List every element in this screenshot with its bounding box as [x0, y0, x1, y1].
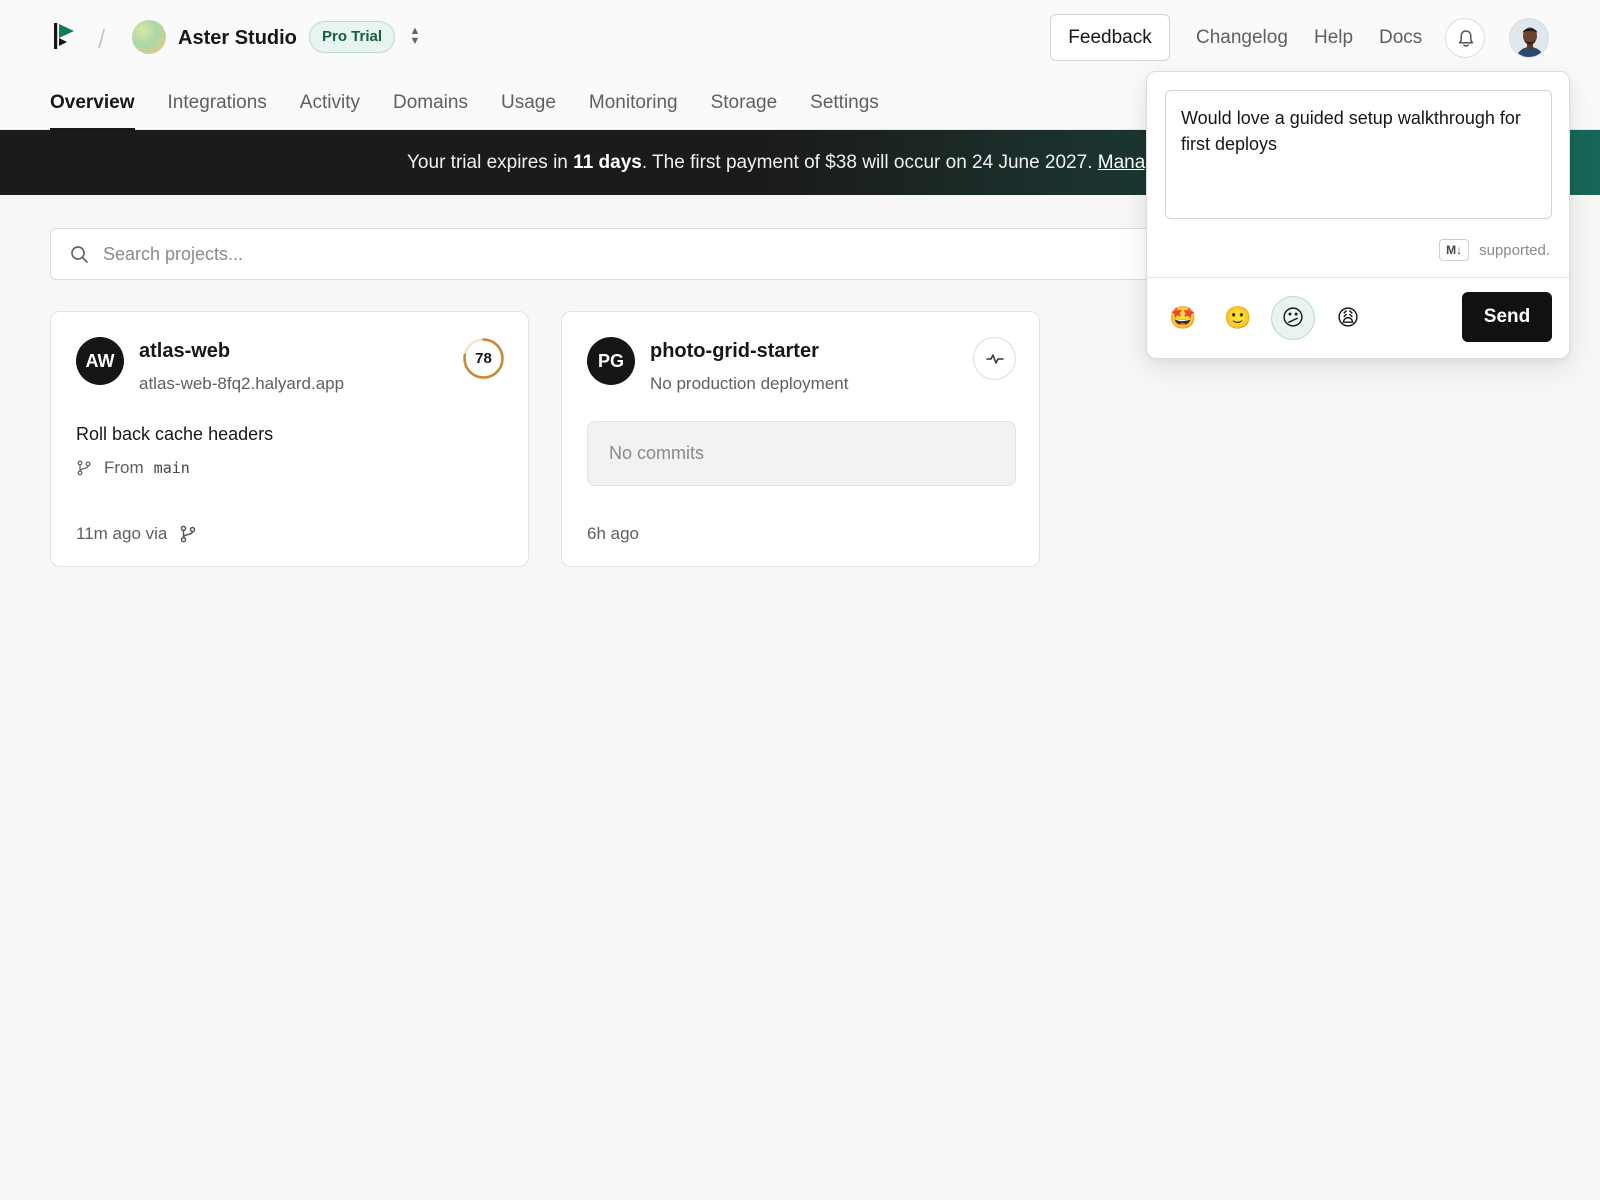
team-avatar[interactable] [132, 20, 166, 54]
project-avatar: AW [76, 337, 124, 385]
topbar: / Aster Studio Pro Trial ▲ ▼ Feedback Cha… [0, 0, 1600, 76]
speed-score-ring[interactable]: 78 [462, 337, 505, 380]
emoji-frustrated-button[interactable]: 😩 [1326, 296, 1370, 340]
tab-monitoring[interactable]: Monitoring [589, 88, 678, 130]
logo-flag-icon[interactable] [52, 22, 78, 50]
no-commits-placeholder: No commits [587, 421, 1016, 486]
markdown-note-text: supported. [1479, 241, 1550, 259]
emoji-confused-button[interactable]: 😕 [1271, 296, 1315, 340]
user-photo [1510, 19, 1548, 57]
tab-settings[interactable]: Settings [810, 88, 879, 130]
notifications-button[interactable] [1445, 18, 1485, 58]
tab-overview[interactable]: Overview [50, 88, 135, 130]
project-name[interactable]: photo-grid-starter [650, 340, 819, 363]
banner-days: 11 days [573, 152, 642, 173]
tab-activity[interactable]: Activity [300, 88, 360, 130]
feedback-button[interactable]: Feedback [1050, 14, 1170, 61]
tab-domains[interactable]: Domains [393, 88, 468, 130]
from-label: From [104, 458, 144, 477]
activity-button[interactable] [973, 337, 1016, 380]
speed-score-value: 78 [475, 350, 492, 367]
project-card-atlas-web[interactable]: AW atlas-web atlas-web-8fq2.halyard.app … [50, 311, 529, 567]
tab-storage[interactable]: Storage [711, 88, 778, 130]
git-branch-icon [77, 460, 91, 476]
git-branch-icon [181, 525, 196, 543]
docs-link[interactable]: Docs [1379, 27, 1422, 49]
tab-integrations[interactable]: Integrations [168, 88, 267, 130]
tab-bar: Overview Integrations Activity Domains U… [50, 88, 912, 130]
markdown-support-note: M↓ supported. [1439, 239, 1550, 261]
project-name[interactable]: atlas-web [139, 340, 230, 363]
project-avatar: PG [587, 337, 635, 385]
card-footer: 11m ago via [76, 524, 197, 544]
help-link[interactable]: Help [1314, 27, 1353, 49]
feedback-textarea[interactable]: Would love a guided setup walkthrough fo… [1165, 90, 1552, 219]
card-footer: 6h ago [587, 524, 639, 544]
send-button[interactable]: Send [1462, 292, 1552, 342]
search-icon [71, 246, 88, 263]
changelog-link[interactable]: Changelog [1196, 27, 1288, 49]
project-domain: No production deployment [650, 374, 849, 393]
emoji-happy-button[interactable]: 🙂 [1216, 296, 1260, 340]
pulse-icon [986, 354, 1004, 364]
feedback-popover: Would love a guided setup walkthrough fo… [1146, 71, 1570, 359]
branch-name[interactable]: main [154, 459, 190, 477]
breadcrumb-separator: / [98, 24, 106, 54]
user-avatar[interactable] [1509, 18, 1549, 58]
emoji-love-button[interactable]: 🤩 [1161, 296, 1205, 340]
divider [1147, 277, 1569, 278]
team-name[interactable]: Aster Studio [178, 27, 297, 50]
tab-usage[interactable]: Usage [501, 88, 556, 130]
deploy-time: 11m ago via [76, 524, 168, 543]
banner-middle: . The first payment of $38 will occur on… [641, 152, 1098, 173]
project-domain[interactable]: atlas-web-8fq2.halyard.app [139, 374, 344, 394]
trial-banner-text: Your trial expires in 11 days. The first… [407, 130, 1156, 195]
branch-row: From main [76, 458, 190, 478]
plan-badge: Pro Trial [309, 21, 396, 53]
markdown-icon: M↓ [1439, 239, 1470, 261]
deploy-time: 6h ago [587, 524, 639, 543]
project-card-photo-grid-starter[interactable]: PG photo-grid-starter No production depl… [561, 311, 1040, 567]
bell-icon [1458, 30, 1474, 47]
banner-prefix: Your trial expires in [407, 152, 574, 173]
commit-message: Roll back cache headers [76, 424, 274, 444]
chevron-updown-icon[interactable]: ▲ ▼ [408, 26, 422, 48]
